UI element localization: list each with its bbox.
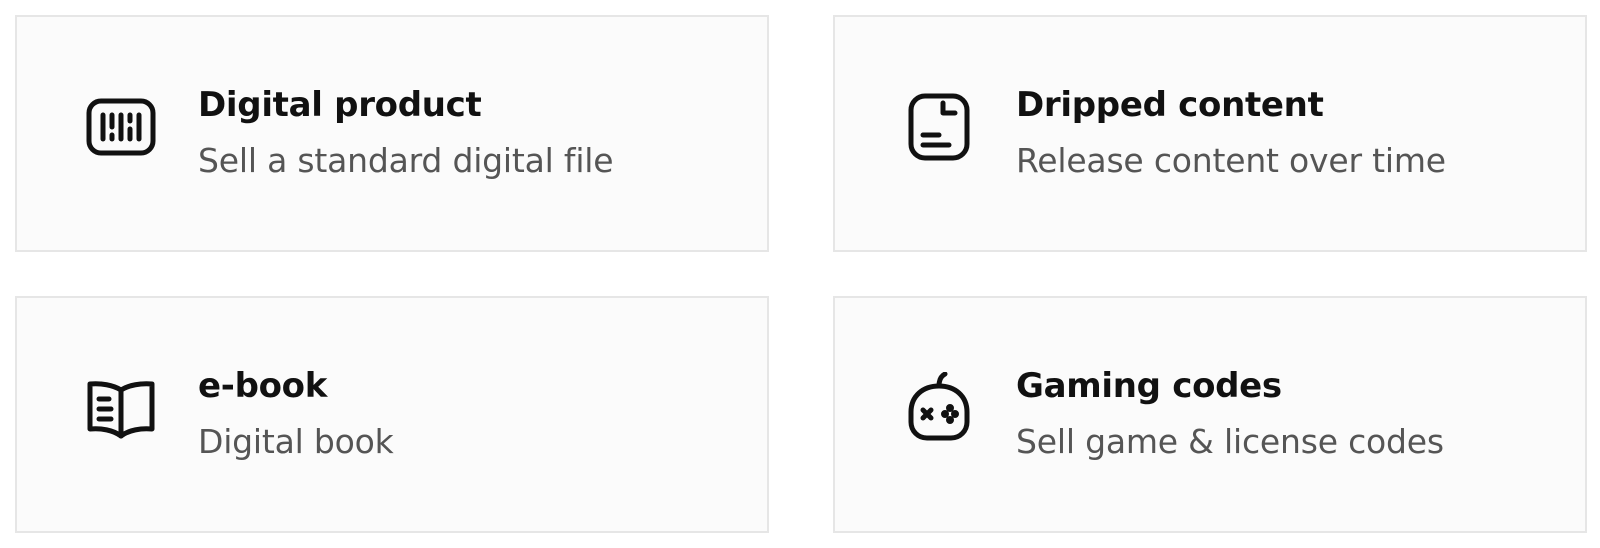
product-type-card-digital-product[interactable]: Digital product Sell a standard digital …	[15, 15, 769, 252]
card-title: e-book	[198, 366, 328, 406]
card-description: Sell a standard digital file	[198, 141, 614, 180]
document-icon	[903, 91, 975, 163]
barcode-icon	[85, 91, 157, 163]
card-title: Dripped content	[1016, 85, 1324, 125]
book-icon	[85, 372, 157, 444]
card-title: Gaming codes	[1016, 366, 1282, 406]
card-title: Digital product	[198, 85, 482, 125]
card-description: Sell game & license codes	[1016, 422, 1444, 461]
product-type-card-dripped-content[interactable]: Dripped content Release content over tim…	[833, 15, 1587, 252]
gamepad-icon	[903, 372, 975, 444]
card-description: Release content over time	[1016, 141, 1446, 180]
product-type-card-e-book[interactable]: e-book Digital book	[15, 296, 769, 533]
card-description: Digital book	[198, 422, 394, 461]
product-type-card-gaming-codes[interactable]: Gaming codes Sell game & license codes	[833, 296, 1587, 533]
